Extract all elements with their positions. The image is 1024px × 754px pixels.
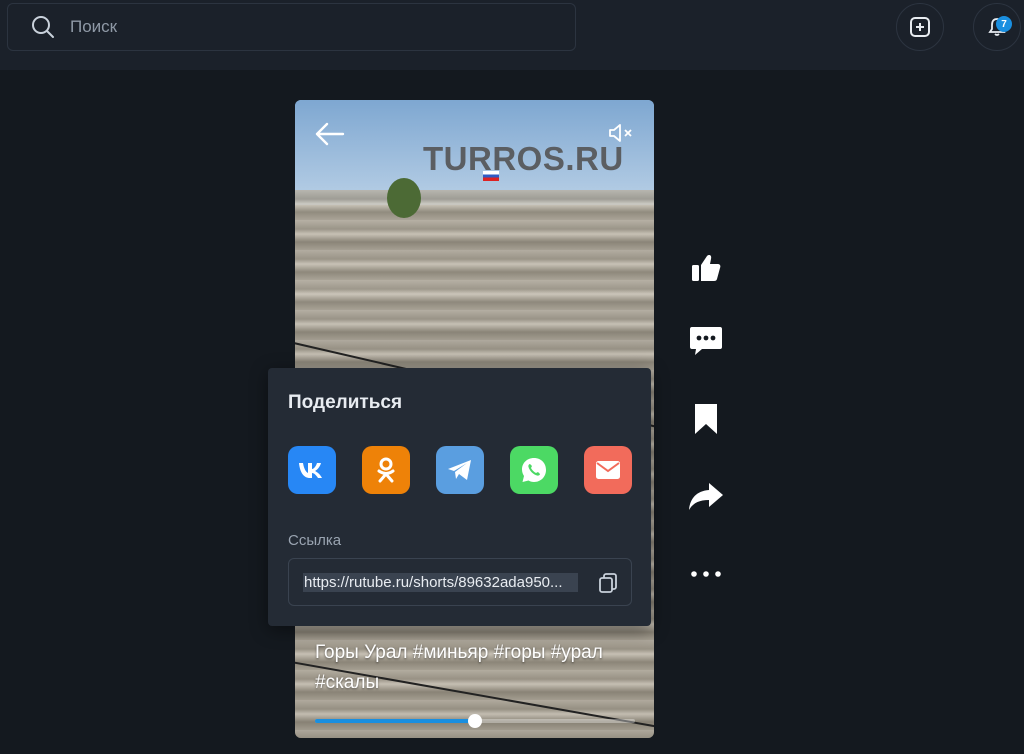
share-button[interactable]	[684, 476, 728, 516]
more-button[interactable]	[684, 554, 728, 594]
comment-button[interactable]	[684, 321, 728, 361]
vk-icon	[299, 463, 322, 478]
search-icon	[32, 16, 54, 38]
share-odnoklassniki-button[interactable]	[362, 446, 410, 494]
add-video-icon	[910, 17, 930, 37]
share-telegram-button[interactable]	[436, 446, 484, 494]
progress-fill	[315, 719, 475, 723]
video-watermark: TURROS.RU	[423, 140, 624, 177]
video-tree	[387, 178, 421, 218]
progress-bar[interactable]	[315, 714, 635, 728]
copy-icon[interactable]	[597, 572, 619, 594]
whatsapp-icon	[522, 458, 546, 482]
notification-badge: 7	[996, 16, 1012, 32]
more-icon	[691, 571, 721, 577]
search-input[interactable]: Поиск	[70, 17, 117, 37]
like-button[interactable]	[684, 248, 728, 288]
notifications-button[interactable]: 7	[973, 3, 1021, 51]
video-caption: Горы Урал #миньяр #горы #урал #скалы	[315, 642, 603, 693]
share-whatsapp-button[interactable]	[510, 446, 558, 494]
share-link-field[interactable]: https://rutube.ru/shorts/89632ada950...	[288, 558, 632, 606]
progress-knob[interactable]	[468, 714, 482, 728]
share-vk-button[interactable]	[288, 446, 336, 494]
thumbs-up-icon	[692, 255, 721, 281]
email-icon	[596, 461, 620, 479]
bookmark-button[interactable]	[684, 399, 728, 439]
share-networks	[288, 446, 633, 494]
share-icon	[689, 483, 723, 510]
bookmark-icon	[695, 404, 717, 434]
telegram-icon	[448, 460, 471, 480]
share-popup: Поделиться Ссылка https://rutube.ru/shor…	[268, 368, 651, 626]
search-bar[interactable]: Поиск	[7, 3, 576, 51]
share-link-text[interactable]: https://rutube.ru/shorts/89632ada950...	[303, 572, 578, 592]
comment-icon	[690, 327, 722, 355]
link-label: Ссылка	[288, 532, 342, 549]
odnoklassniki-icon	[377, 457, 395, 483]
share-email-button[interactable]	[584, 446, 632, 494]
top-bar: Поиск 7	[0, 0, 1024, 70]
add-video-button[interactable]	[896, 3, 944, 51]
share-title: Поделиться	[288, 392, 403, 413]
arrow-left-icon[interactable]	[313, 120, 345, 148]
muted-speaker-icon[interactable]	[607, 122, 635, 144]
